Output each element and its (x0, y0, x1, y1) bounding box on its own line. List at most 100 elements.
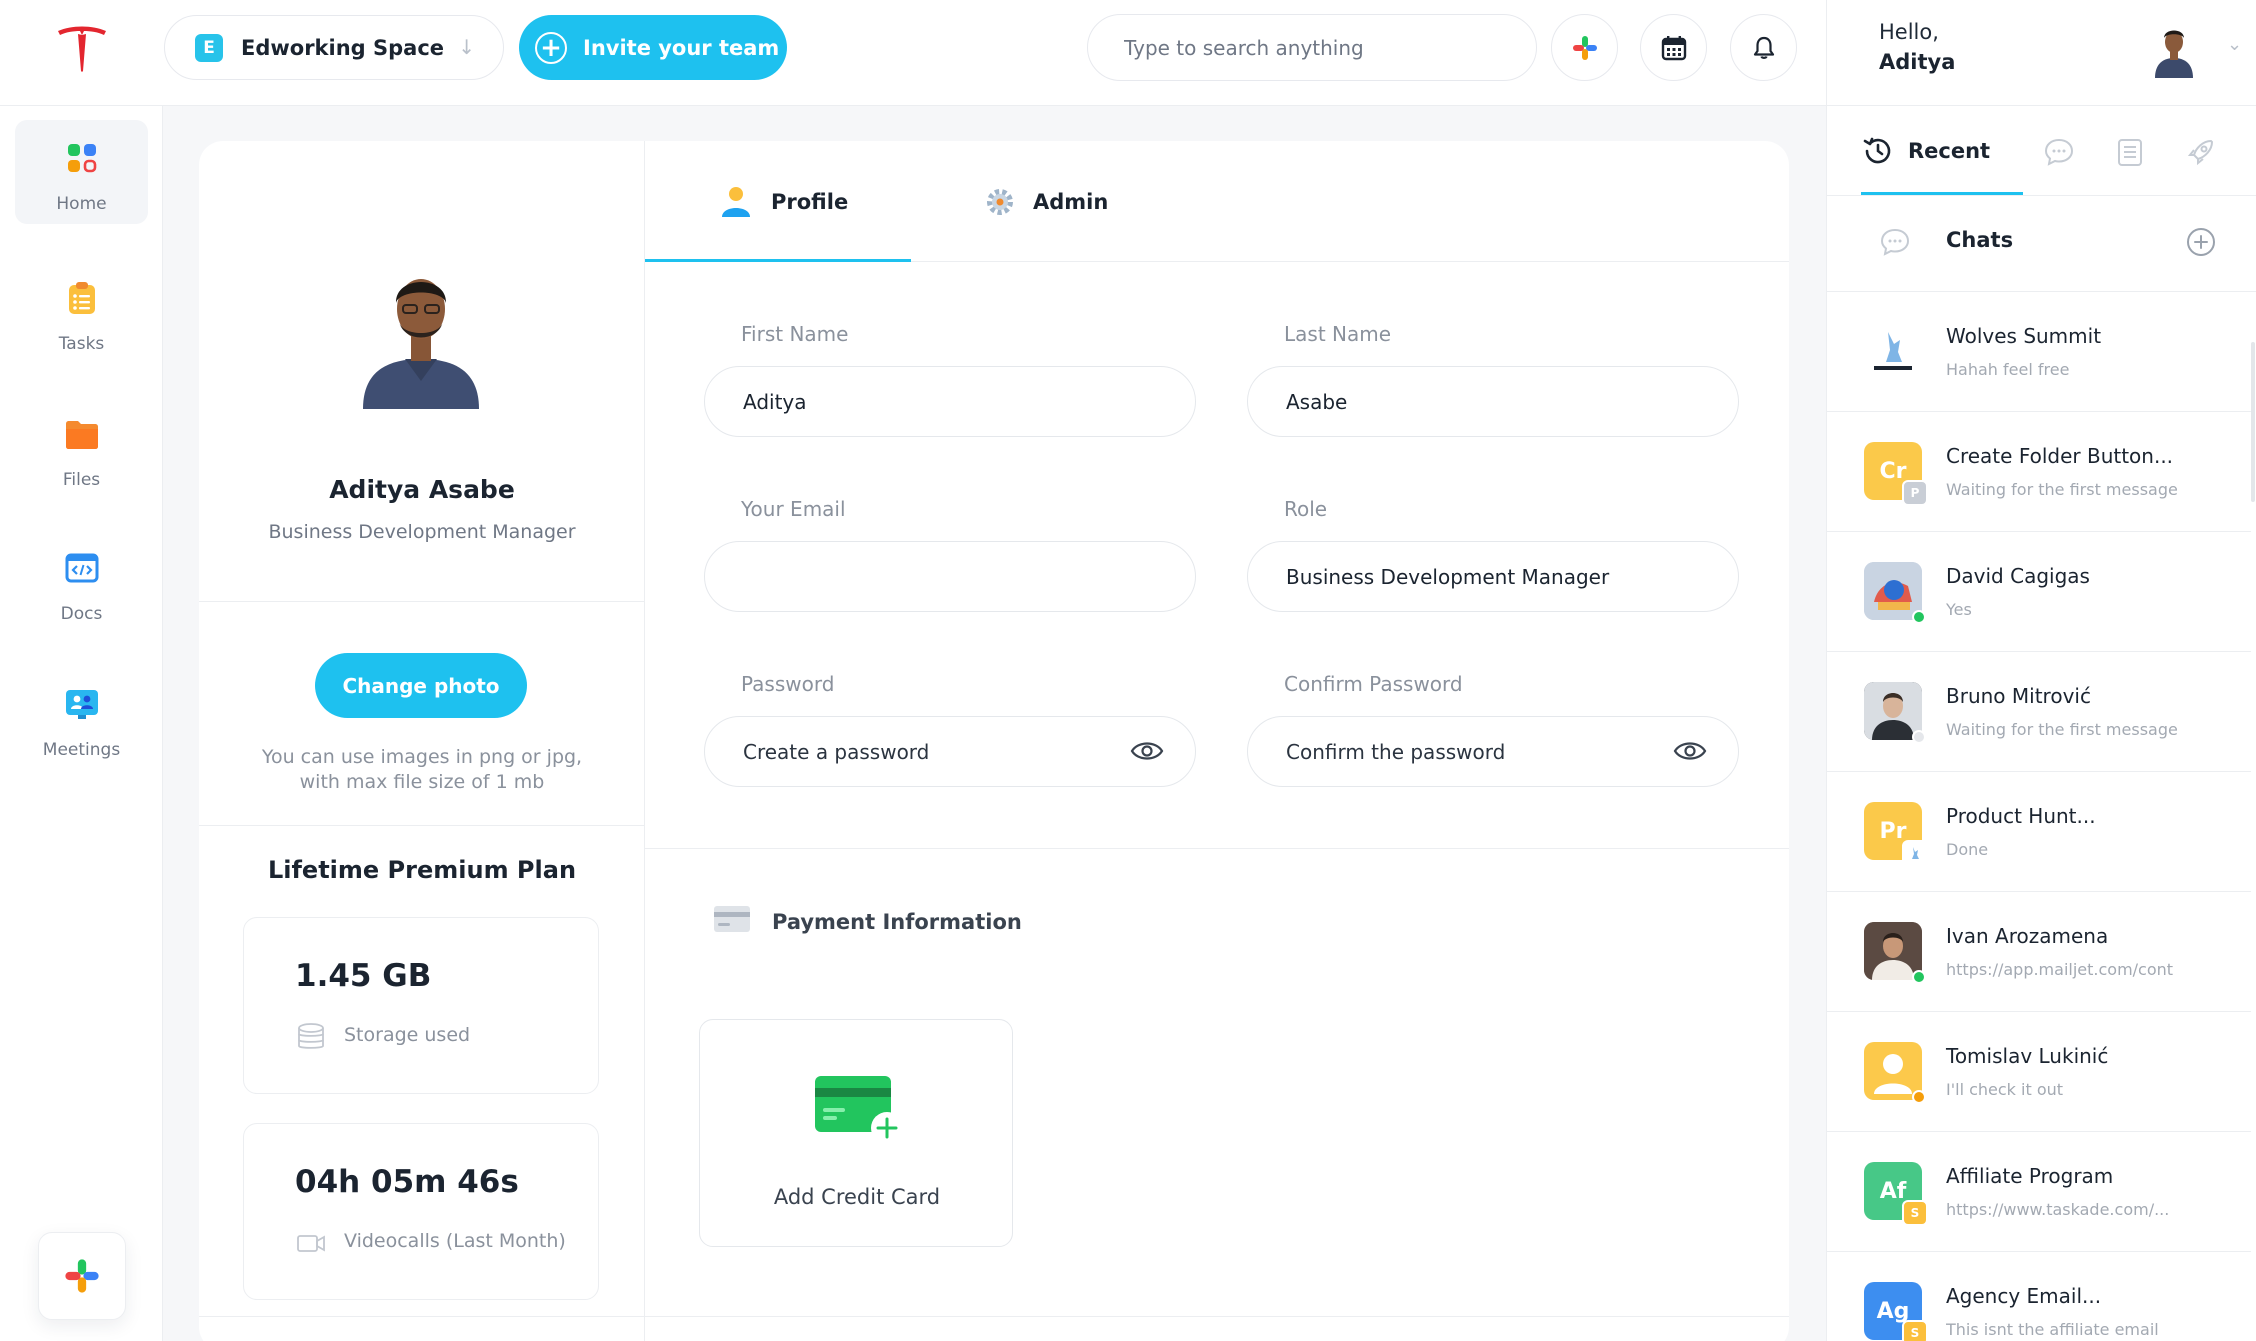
chat-name: Tomislav Lukinić (1946, 1044, 2109, 1068)
chat-bubble-icon[interactable] (2043, 136, 2075, 168)
active-tab-indicator (1861, 192, 2023, 195)
create-new-button[interactable] (38, 1232, 126, 1320)
project-badge: P (1902, 480, 1928, 506)
storage-value: 1.45 GB (295, 958, 432, 994)
avatar (1864, 1042, 1926, 1104)
chat-bubble-icon (1880, 228, 1910, 256)
workspace-switcher[interactable]: E Edworking Space ↓ (164, 15, 504, 80)
chat-name: Bruno Mitrović (1946, 684, 2091, 708)
chat-item-bruno-mitrovic[interactable]: Bruno Mitrović Waiting for the first mes… (1827, 652, 2251, 772)
sidebar-item-home[interactable]: Home (15, 120, 148, 224)
chat-name: Agency Email... (1946, 1284, 2102, 1308)
user-name: Aditya (1879, 50, 1956, 74)
sidebar-item-docs[interactable]: Docs (15, 530, 148, 634)
avatar-initials: Cr (1879, 458, 1907, 484)
quick-add-button[interactable] (1551, 14, 1618, 81)
home-icon (67, 144, 96, 173)
chat-preview: Yes (1946, 600, 1972, 619)
add-credit-card-button[interactable]: Add Credit Card (699, 1019, 1013, 1247)
calendar-button[interactable] (1640, 14, 1707, 81)
chat-item-tomislav-lukinic[interactable]: Tomislav Lukinić I'll check it out (1827, 1012, 2251, 1132)
avatar (1864, 322, 1922, 380)
first-name-label: First Name (741, 322, 849, 346)
sidebar-item-label: Files (62, 470, 101, 490)
chat-item-create-folder-button[interactable]: Cr P Create Folder Button... Waiting for… (1827, 412, 2251, 532)
rocket-icon[interactable] (2185, 136, 2217, 168)
search-input[interactable] (1087, 14, 1537, 81)
tesla-logo-icon[interactable] (54, 25, 110, 75)
top-bar: E Edworking Space ↓ + Invite your team (0, 0, 1826, 106)
chat-item-affiliate-program[interactable]: Af S Affiliate Program https://www.taska… (1827, 1132, 2251, 1252)
settings-tabs: Profile Admin (645, 141, 1789, 262)
folder-icon (65, 421, 98, 449)
chevron-down-icon[interactable]: ⌄ (2227, 34, 2242, 55)
task-list-icon[interactable] (2114, 136, 2146, 168)
first-name-field[interactable] (704, 366, 1196, 437)
tab-profile-label: Profile (771, 189, 849, 214)
sidebar-item-tasks[interactable]: Tasks (15, 260, 148, 364)
plus-icon: + (535, 31, 567, 64)
tab-profile[interactable]: Profile (719, 141, 848, 262)
chat-item-ivan-arozamena[interactable]: Ivan Arozamena https://app.mailjet.com/c… (1827, 892, 2251, 1012)
divider (645, 1316, 1789, 1317)
storage-stat-card: 1.45 GB Storage used (243, 917, 599, 1094)
avatar[interactable] (2149, 22, 2199, 78)
invite-team-button[interactable]: + Invite your team (519, 15, 787, 80)
payment-information-title: Payment Information (772, 910, 1022, 934)
wolf-logo-icon (1902, 840, 1928, 866)
last-name-field[interactable] (1247, 366, 1739, 437)
chat-item-wolves-summit[interactable]: Wolves Summit Hahah feel free (1827, 292, 2251, 412)
divider (199, 825, 645, 826)
sidebar-item-files[interactable]: Files (15, 396, 148, 500)
role-label: Role (1284, 497, 1328, 521)
sidebar-item-meetings[interactable]: Meetings (15, 666, 148, 770)
profile-photo (351, 261, 491, 409)
divider (199, 1316, 645, 1317)
bell-icon (1753, 36, 1774, 59)
chat-item-product-hunt[interactable]: Pr Product Hunt... Done (1827, 772, 2251, 892)
add-chat-icon[interactable] (2185, 226, 2217, 258)
eye-icon[interactable] (1130, 739, 1164, 763)
divider (645, 848, 1789, 849)
password-field[interactable] (704, 716, 1196, 787)
notifications-button[interactable] (1730, 14, 1797, 81)
space-badge: S (1902, 1200, 1928, 1226)
tab-admin[interactable]: Admin (985, 141, 1108, 262)
chat-item-agency-email[interactable]: Ag S Agency Email... This isnt the affil… (1827, 1252, 2251, 1341)
clipboard-icon (68, 282, 95, 314)
confirm-password-field[interactable] (1247, 716, 1739, 787)
role-field[interactable] (1247, 541, 1739, 612)
active-tab-indicator (645, 259, 911, 262)
videocall-value: 04h 05m 46s (295, 1164, 519, 1200)
scrollbar[interactable] (2251, 342, 2255, 502)
chat-preview: This isnt the affiliate email (1946, 1320, 2159, 1339)
away-status-indicator (1912, 1090, 1926, 1104)
video-meeting-icon (65, 690, 98, 719)
eye-icon[interactable] (1673, 739, 1707, 763)
chat-preview: Waiting for the first message (1946, 480, 2178, 499)
photo-hint: You can use images in png or jpg, with m… (261, 746, 583, 793)
videocall-stat-card: 04h 05m 46s Videocalls (Last Month) (243, 1123, 599, 1300)
video-camera-icon (297, 1235, 325, 1252)
chat-preview: https://www.taskade.com/... (1946, 1200, 2170, 1219)
email-field[interactable] (704, 541, 1196, 612)
profile-summary: Aditya Asabe Business Development Manage… (199, 141, 645, 1341)
confirm-password-label: Confirm Password (1284, 672, 1463, 696)
chat-preview: I'll check it out (1946, 1080, 2064, 1099)
sidebar-item-label: Tasks (58, 334, 105, 354)
chat-preview: https://app.mailjet.com/cont (1946, 960, 2174, 979)
videocall-label: Videocalls (Last Month) (344, 1230, 566, 1252)
sidebar-item-label: Docs (60, 604, 103, 624)
chat-preview: Hahah feel free (1946, 360, 2070, 379)
tab-recent[interactable]: Recent (1862, 106, 1990, 196)
workspace-badge: E (195, 33, 223, 62)
change-photo-button[interactable]: Change photo (315, 653, 527, 718)
avatar: Cr P (1864, 442, 1928, 506)
chat-item-david-cagigas[interactable]: David Cagigas Yes (1827, 532, 2251, 652)
avatar: Af S (1864, 1162, 1928, 1226)
divider (199, 601, 645, 602)
user-menu[interactable]: Hello, Aditya ⌄ (1826, 0, 2256, 106)
chat-name: Wolves Summit (1946, 324, 2102, 348)
database-icon (298, 1023, 324, 1049)
colorful-plus-icon (65, 1259, 99, 1293)
